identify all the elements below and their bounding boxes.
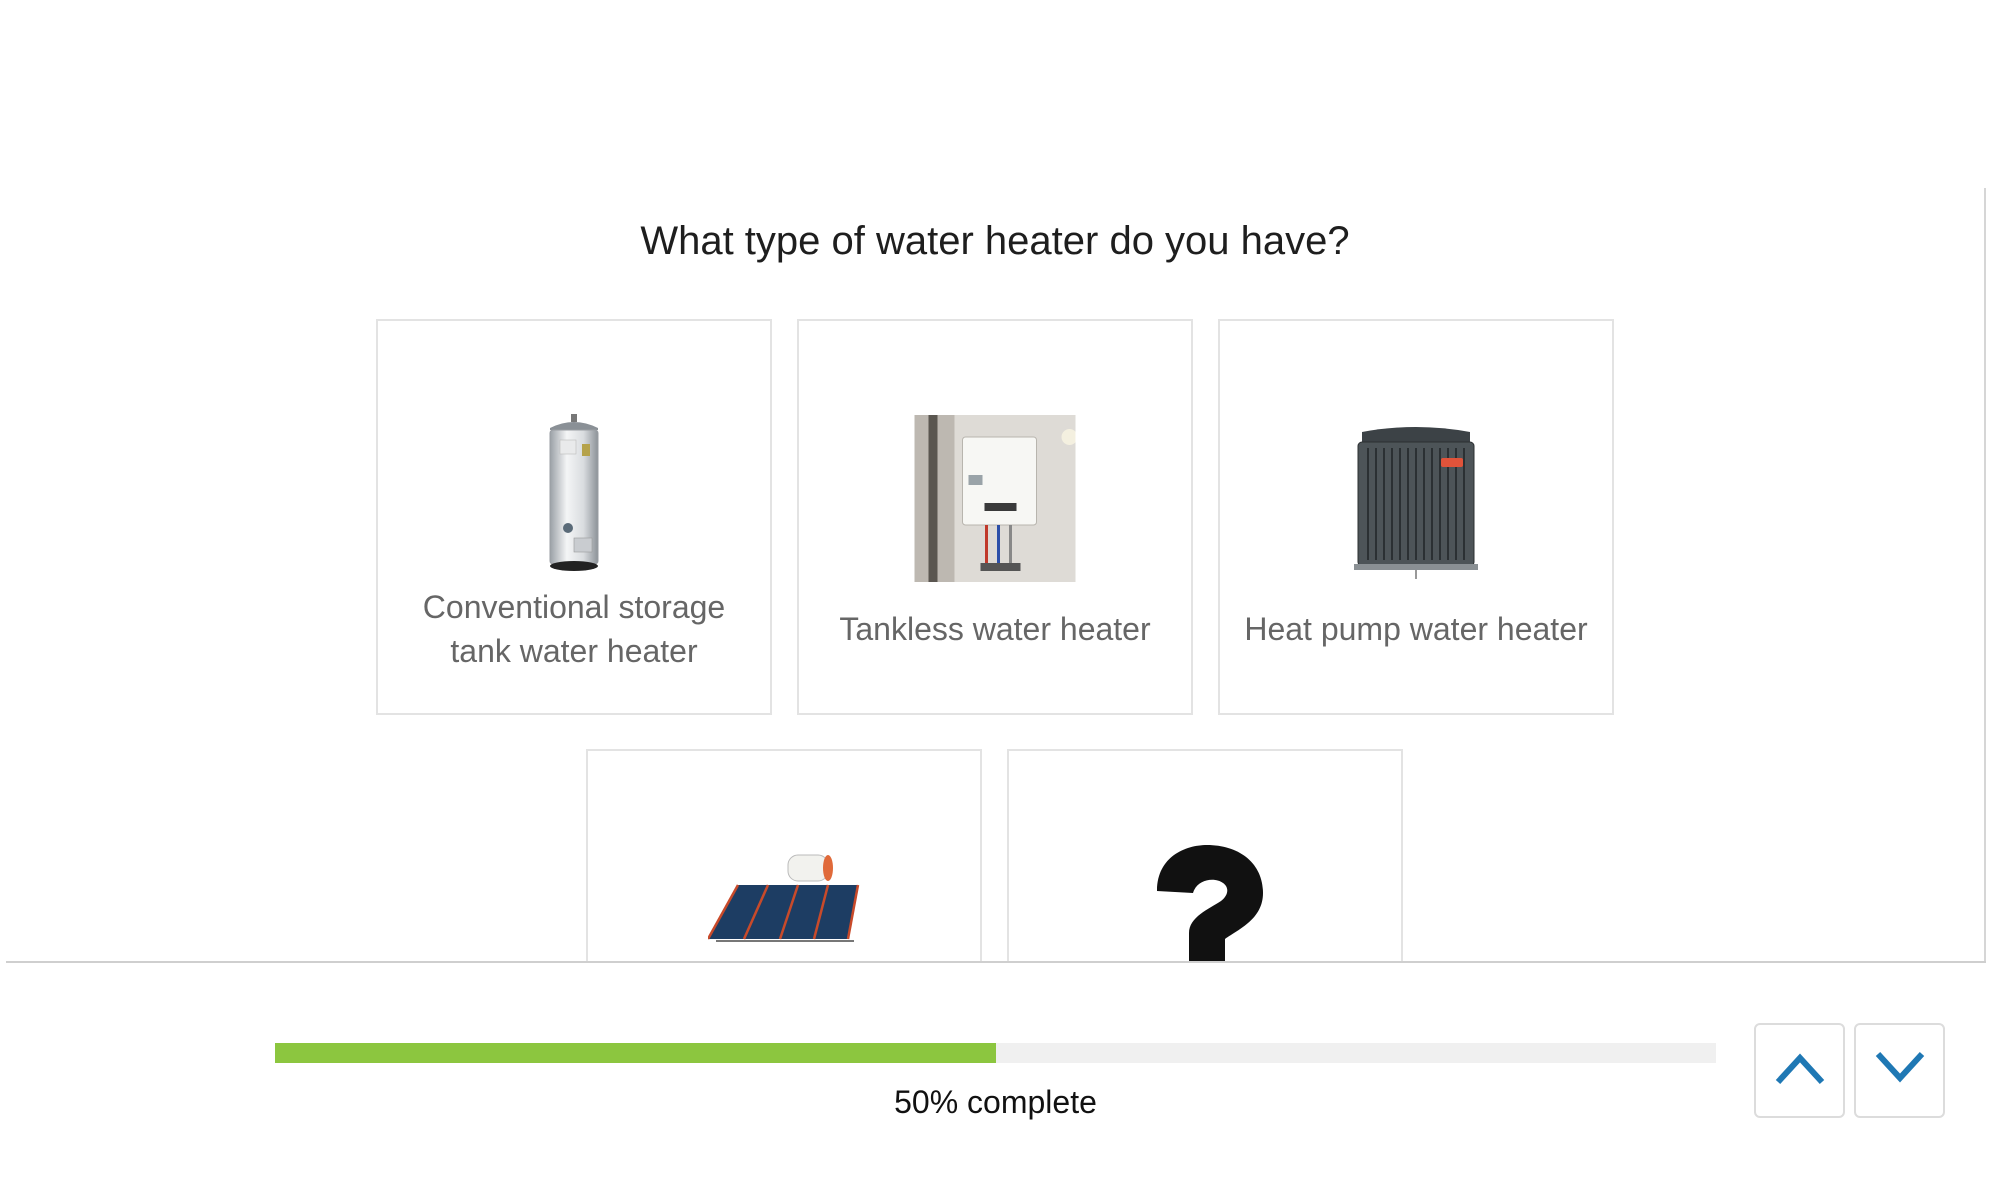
progress-bar: [275, 1043, 1716, 1063]
option-label: Conventional storage tank water heater: [422, 589, 726, 669]
progress-fill: [275, 1043, 996, 1063]
question-title: What type of water heater do you have?: [640, 219, 1350, 263]
survey-content: What type of water heater do you have? C…: [0, 0, 1990, 962]
chevron-up-icon: [1774, 1050, 1826, 1091]
storage-tank-heater-icon: [544, 414, 604, 574]
option-conventional-storage-tank[interactable]: Conventional storage tank water heater: [376, 319, 772, 715]
solar-water-heater-icon: [706, 851, 860, 943]
option-unknown[interactable]: [1007, 749, 1403, 962]
progress-text: 50% complete: [894, 1084, 1097, 1120]
footer-divider: [6, 961, 1986, 963]
tankless-heater-icon: [914, 415, 1078, 582]
previous-question-button[interactable]: [1754, 1023, 1845, 1118]
heat-pump-icon: [1346, 424, 1486, 579]
option-solar[interactable]: [586, 749, 982, 962]
option-label: Tankless water heater: [839, 611, 1151, 647]
option-heat-pump[interactable]: Heat pump water heater: [1218, 319, 1614, 715]
option-tankless[interactable]: Tankless water heater: [797, 319, 1193, 715]
scrollbar-edge: [1984, 188, 1986, 962]
option-label: Heat pump water heater: [1244, 611, 1588, 647]
question-mark-icon: [1143, 843, 1267, 962]
chevron-down-icon: [1874, 1050, 1926, 1091]
next-question-button[interactable]: [1854, 1023, 1945, 1118]
